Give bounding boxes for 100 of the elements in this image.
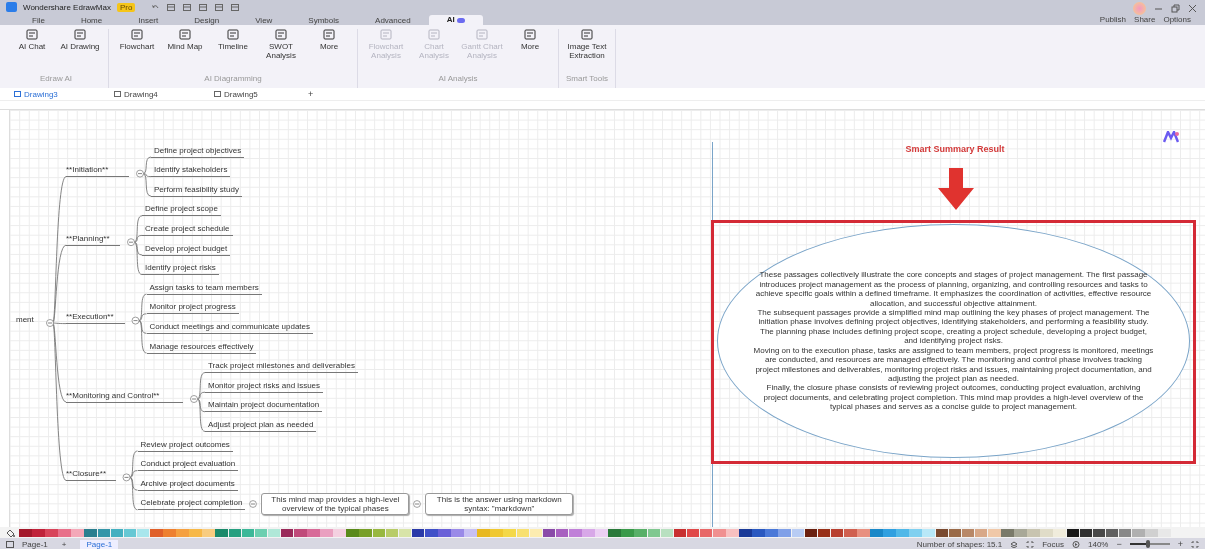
- color-swatch[interactable]: [686, 528, 700, 537]
- topic-node[interactable]: Adjust project plan as needed: [205, 418, 317, 432]
- color-swatch[interactable]: [1092, 528, 1106, 537]
- topic-node[interactable]: Assign tasks to team members: [146, 281, 262, 295]
- topic-node[interactable]: This is the answer using markdown syntax: "markdown": [425, 492, 574, 515]
- page-tab[interactable]: Page-1: [80, 539, 119, 549]
- branch-topic[interactable]: **Monitoring and Control**: [66, 389, 183, 403]
- color-swatch[interactable]: [542, 528, 556, 537]
- color-swatch[interactable]: [477, 528, 490, 537]
- menu-tab[interactable]: Insert: [120, 15, 177, 25]
- toolbar-icon[interactable]: [215, 3, 224, 11]
- color-swatch[interactable]: [19, 528, 32, 537]
- color-swatch[interactable]: [922, 528, 936, 537]
- color-swatch[interactable]: [1079, 528, 1093, 537]
- color-swatch[interactable]: [961, 528, 975, 537]
- color-swatch[interactable]: [228, 528, 242, 537]
- topic-node[interactable]: Perform feasibility study: [151, 183, 242, 197]
- color-swatch[interactable]: [110, 528, 124, 537]
- header-action[interactable]: Publish: [1099, 15, 1127, 24]
- color-swatch[interactable]: [568, 528, 582, 537]
- color-swatch[interactable]: [739, 528, 752, 537]
- topic-node[interactable]: Define project objectives: [151, 144, 245, 158]
- color-swatch[interactable]: [634, 528, 647, 537]
- color-swatch[interactable]: [490, 528, 503, 537]
- branch-topic[interactable]: **Planning**: [66, 232, 120, 246]
- menu-tab[interactable]: Design: [176, 15, 238, 25]
- color-swatch[interactable]: [765, 528, 778, 537]
- focus-button[interactable]: Focus: [1042, 539, 1064, 549]
- menu-tab[interactable]: Advanced: [357, 15, 429, 25]
- color-swatch[interactable]: [1118, 528, 1132, 537]
- topic-node[interactable]: Monitor project progress: [146, 301, 239, 315]
- ribbon-button[interactable]: AI Chat: [10, 29, 54, 73]
- color-swatch[interactable]: [817, 528, 831, 537]
- ribbon-button[interactable]: Image Text Extraction: [565, 29, 609, 73]
- collapse-icon[interactable]: [413, 499, 422, 508]
- color-swatch[interactable]: [712, 528, 726, 537]
- toolbar-icon[interactable]: [167, 3, 176, 11]
- color-swatch[interactable]: [123, 528, 137, 537]
- zoom-out-button[interactable]: −: [1116, 539, 1122, 549]
- color-swatch[interactable]: [948, 528, 962, 537]
- page-icon[interactable]: [6, 540, 14, 548]
- color-swatch[interactable]: [1131, 528, 1145, 537]
- document-tab[interactable]: Drawing4: [104, 88, 204, 100]
- ribbon-button[interactable]: Mind Map: [163, 29, 207, 73]
- topic-node[interactable]: Develop project budget: [142, 242, 231, 256]
- color-swatch[interactable]: [84, 528, 98, 537]
- color-swatch[interactable]: [307, 528, 320, 537]
- root-topic[interactable]: ment: [16, 315, 34, 324]
- play-icon[interactable]: [1072, 540, 1080, 548]
- ribbon-button[interactable]: Timeline: [211, 29, 255, 73]
- color-swatch[interactable]: [529, 528, 543, 537]
- color-swatch[interactable]: [660, 528, 674, 537]
- color-swatch[interactable]: [1066, 528, 1080, 537]
- color-swatch[interactable]: [516, 528, 530, 537]
- color-swatch[interactable]: [673, 528, 687, 537]
- topic-node[interactable]: This mind map provides a high-level overview of the typical phases: [261, 492, 410, 515]
- topic-node[interactable]: Maintain project documentation: [205, 399, 323, 413]
- collapse-icon[interactable]: [136, 169, 144, 178]
- color-swatch[interactable]: [97, 528, 111, 537]
- color-swatch[interactable]: [857, 528, 870, 537]
- menu-tab[interactable]: Symbols: [290, 15, 358, 25]
- color-swatch[interactable]: [1053, 528, 1066, 537]
- ribbon-button[interactable]: More: [508, 29, 552, 73]
- add-page-button[interactable]: +: [55, 539, 73, 549]
- topic-node[interactable]: Celebrate project completion: [137, 497, 246, 511]
- color-swatch[interactable]: [830, 528, 844, 537]
- color-swatch[interactable]: [647, 528, 661, 537]
- color-swatch[interactable]: [699, 528, 713, 537]
- color-swatch[interactable]: [385, 528, 399, 537]
- focus-icon[interactable]: [1026, 540, 1035, 548]
- color-swatch[interactable]: [843, 528, 857, 537]
- color-swatch[interactable]: [804, 528, 818, 537]
- collapse-icon[interactable]: [190, 395, 198, 403]
- color-swatch[interactable]: [71, 528, 84, 537]
- color-swatch[interactable]: [58, 528, 71, 537]
- color-swatch[interactable]: [752, 528, 765, 537]
- menu-tab[interactable]: View: [237, 15, 291, 25]
- color-swatch[interactable]: [555, 528, 569, 537]
- ribbon-button[interactable]: AI Drawing: [58, 29, 102, 73]
- color-swatch[interactable]: [1040, 528, 1053, 537]
- collapse-icon[interactable]: [127, 238, 135, 247]
- color-swatch[interactable]: [909, 528, 922, 537]
- topic-node[interactable]: Create project schedule: [142, 222, 233, 236]
- color-swatch[interactable]: [1145, 528, 1158, 537]
- color-swatch[interactable]: [503, 528, 517, 537]
- color-swatch[interactable]: [883, 528, 896, 537]
- topic-node[interactable]: Conduct meetings and communicate updates: [146, 320, 314, 334]
- color-swatch[interactable]: [215, 528, 228, 537]
- menu-tab[interactable]: Home: [62, 15, 121, 25]
- topic-node[interactable]: Manage resources effectively: [146, 340, 257, 354]
- color-swatch[interactable]: [163, 528, 176, 537]
- color-swatch[interactable]: [254, 528, 268, 537]
- color-swatch[interactable]: [987, 528, 1001, 537]
- ribbon-button[interactable]: More: [307, 29, 351, 73]
- color-swatch[interactable]: [359, 528, 373, 537]
- layers-icon[interactable]: [1010, 540, 1019, 548]
- zoom-in-button[interactable]: +: [1177, 539, 1183, 549]
- color-swatch[interactable]: [202, 528, 215, 537]
- color-swatch[interactable]: [398, 528, 412, 537]
- color-swatch[interactable]: [372, 528, 386, 537]
